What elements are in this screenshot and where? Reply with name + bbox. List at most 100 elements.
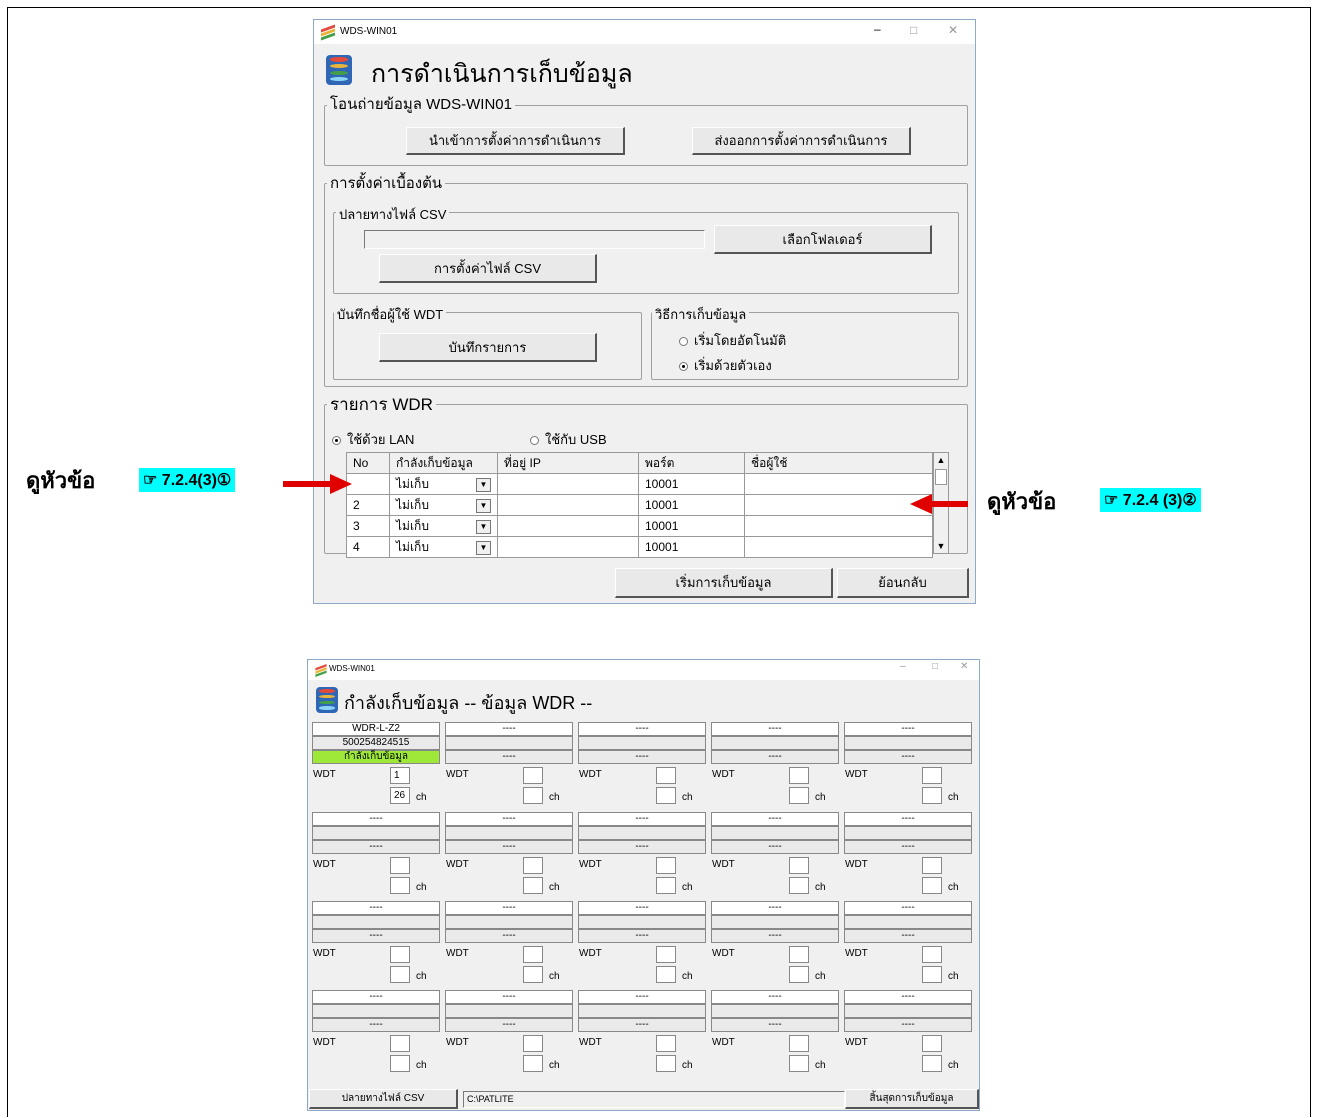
scroll-down-icon[interactable]: ▼: [934, 539, 948, 553]
radio-lan[interactable]: ใช้ด้วย LAN: [332, 429, 414, 450]
row-port[interactable]: 10001: [638, 536, 745, 558]
scroll-up-icon[interactable]: ▲: [934, 453, 948, 467]
title-bar: WDS-WIN01 – □ ✕: [314, 20, 975, 44]
maximize-button-2[interactable]: □: [932, 661, 938, 672]
row-status-select[interactable]: ไม่เก็บ ▼: [389, 494, 498, 516]
select-folder-button[interactable]: เลือกโฟลเดอร์: [714, 225, 932, 254]
row-status: ไม่เก็บ: [396, 518, 429, 533]
wdt-input[interactable]: [656, 1035, 676, 1052]
ch-input[interactable]: [922, 877, 942, 894]
wdt-input[interactable]: [523, 857, 543, 874]
ch-label: ch: [549, 971, 560, 982]
save-list-button[interactable]: บันทึกรายการ: [379, 333, 597, 362]
ch-input[interactable]: [789, 877, 809, 894]
start-collection-button[interactable]: เริ่มการเก็บข้อมูล: [615, 568, 833, 598]
row-username[interactable]: [744, 515, 933, 537]
ch-input[interactable]: [922, 966, 942, 983]
radio-auto-start[interactable]: เริ่มโดยอัตโนมัติ: [679, 330, 786, 351]
ch-label: ch: [416, 792, 427, 803]
wdt-input[interactable]: [523, 767, 543, 784]
wdr-serial: [844, 826, 972, 840]
wdt-input[interactable]: [922, 1035, 942, 1052]
wdt-input[interactable]: [523, 1035, 543, 1052]
maximize-button[interactable]: □: [910, 23, 917, 37]
ch-label: ch: [682, 1060, 693, 1071]
wdt-input[interactable]: [922, 857, 942, 874]
end-collection-button[interactable]: สิ้นสุดการเก็บข้อมูล: [845, 1089, 979, 1109]
wdt-input[interactable]: [523, 946, 543, 963]
app-icon: [321, 24, 335, 41]
row-no: [346, 473, 390, 495]
ch-input[interactable]: [789, 1055, 809, 1072]
row-status-select[interactable]: ไม่เก็บ ▼: [389, 536, 498, 558]
wdt-input[interactable]: [656, 857, 676, 874]
dropdown-arrow-icon[interactable]: ▼: [476, 540, 491, 555]
scroll-thumb[interactable]: [935, 469, 947, 485]
row-port[interactable]: 10001: [638, 473, 745, 495]
import-settings-button[interactable]: นำเข้าการตั้งค่าการดำเนินการ: [406, 127, 625, 155]
csv-destination-button[interactable]: ปลายทางไฟล์ CSV: [309, 1089, 458, 1109]
table-row[interactable]: 3 ไม่เก็บ ▼ 10001: [346, 515, 933, 537]
wdt-input[interactable]: [656, 767, 676, 784]
table-row[interactable]: ไม่เก็บ ▼ 10001: [346, 473, 933, 495]
wdr-status: กำลังเก็บข้อมูล: [312, 750, 440, 764]
ch-input[interactable]: [656, 966, 676, 983]
row-username[interactable]: [744, 536, 933, 558]
ch-input[interactable]: [523, 966, 543, 983]
table-row[interactable]: 4 ไม่เก็บ ▼ 10001: [346, 536, 933, 558]
row-ip[interactable]: [497, 494, 639, 516]
wdt-input[interactable]: [390, 946, 410, 963]
wdt-input[interactable]: [789, 857, 809, 874]
ch-input[interactable]: [922, 1055, 942, 1072]
row-ip[interactable]: [497, 536, 639, 558]
ch-input[interactable]: [523, 1055, 543, 1072]
dropdown-arrow-icon[interactable]: ▼: [476, 477, 491, 492]
row-port[interactable]: 10001: [638, 494, 745, 516]
close-button[interactable]: ✕: [948, 23, 958, 37]
wdt-input[interactable]: [922, 946, 942, 963]
minimize-button-2[interactable]: –: [900, 661, 906, 672]
ch-input[interactable]: [789, 966, 809, 983]
row-username[interactable]: [744, 473, 933, 495]
csv-path-field[interactable]: [364, 230, 705, 249]
row-ip[interactable]: [497, 473, 639, 495]
wdt-input[interactable]: [922, 767, 942, 784]
row-status-select[interactable]: ไม่เก็บ ▼: [389, 515, 498, 537]
wdt-input[interactable]: [390, 1035, 410, 1052]
ch-input[interactable]: 26: [390, 787, 410, 804]
ch-label: ch: [815, 792, 826, 803]
wdt-input[interactable]: [656, 946, 676, 963]
wdt-label: WDT: [446, 948, 469, 959]
table-row[interactable]: 2 ไม่เก็บ ▼ 10001: [346, 494, 933, 516]
dropdown-arrow-icon[interactable]: ▼: [476, 519, 491, 534]
wdt-input[interactable]: 1: [390, 767, 410, 784]
dropdown-arrow-icon[interactable]: ▼: [476, 498, 491, 513]
ch-input[interactable]: [656, 877, 676, 894]
row-status-select[interactable]: ไม่เก็บ ▼: [389, 473, 498, 495]
back-button[interactable]: ย้อนกลับ: [837, 568, 969, 598]
ch-input[interactable]: [922, 787, 942, 804]
row-ip[interactable]: [497, 515, 639, 537]
export-settings-button[interactable]: ส่งออกการตั้งค่าการดำเนินการ: [692, 127, 911, 155]
ch-input[interactable]: [390, 1055, 410, 1072]
row-username[interactable]: [744, 494, 933, 516]
wdt-input[interactable]: [789, 767, 809, 784]
ch-input[interactable]: [390, 877, 410, 894]
ch-input[interactable]: [390, 966, 410, 983]
close-button-2[interactable]: ✕: [960, 661, 968, 672]
radio-usb[interactable]: ใช้กับ USB: [530, 429, 607, 450]
csv-settings-button[interactable]: การตั้งค่าไฟล์ CSV: [379, 254, 597, 283]
wdt-input[interactable]: [789, 1035, 809, 1052]
wdt-input[interactable]: [390, 857, 410, 874]
ch-input[interactable]: [523, 787, 543, 804]
ch-input[interactable]: [656, 787, 676, 804]
ch-input[interactable]: [656, 1055, 676, 1072]
wdt-input[interactable]: [789, 946, 809, 963]
radio-manual-start[interactable]: เริ่มด้วยตัวเอง: [679, 355, 772, 376]
ch-input[interactable]: [523, 877, 543, 894]
wdr-serial: [844, 1004, 972, 1018]
wdr-status: ----: [445, 929, 573, 943]
minimize-button[interactable]: –: [874, 22, 881, 36]
row-port[interactable]: 10001: [638, 515, 745, 537]
ch-input[interactable]: [789, 787, 809, 804]
